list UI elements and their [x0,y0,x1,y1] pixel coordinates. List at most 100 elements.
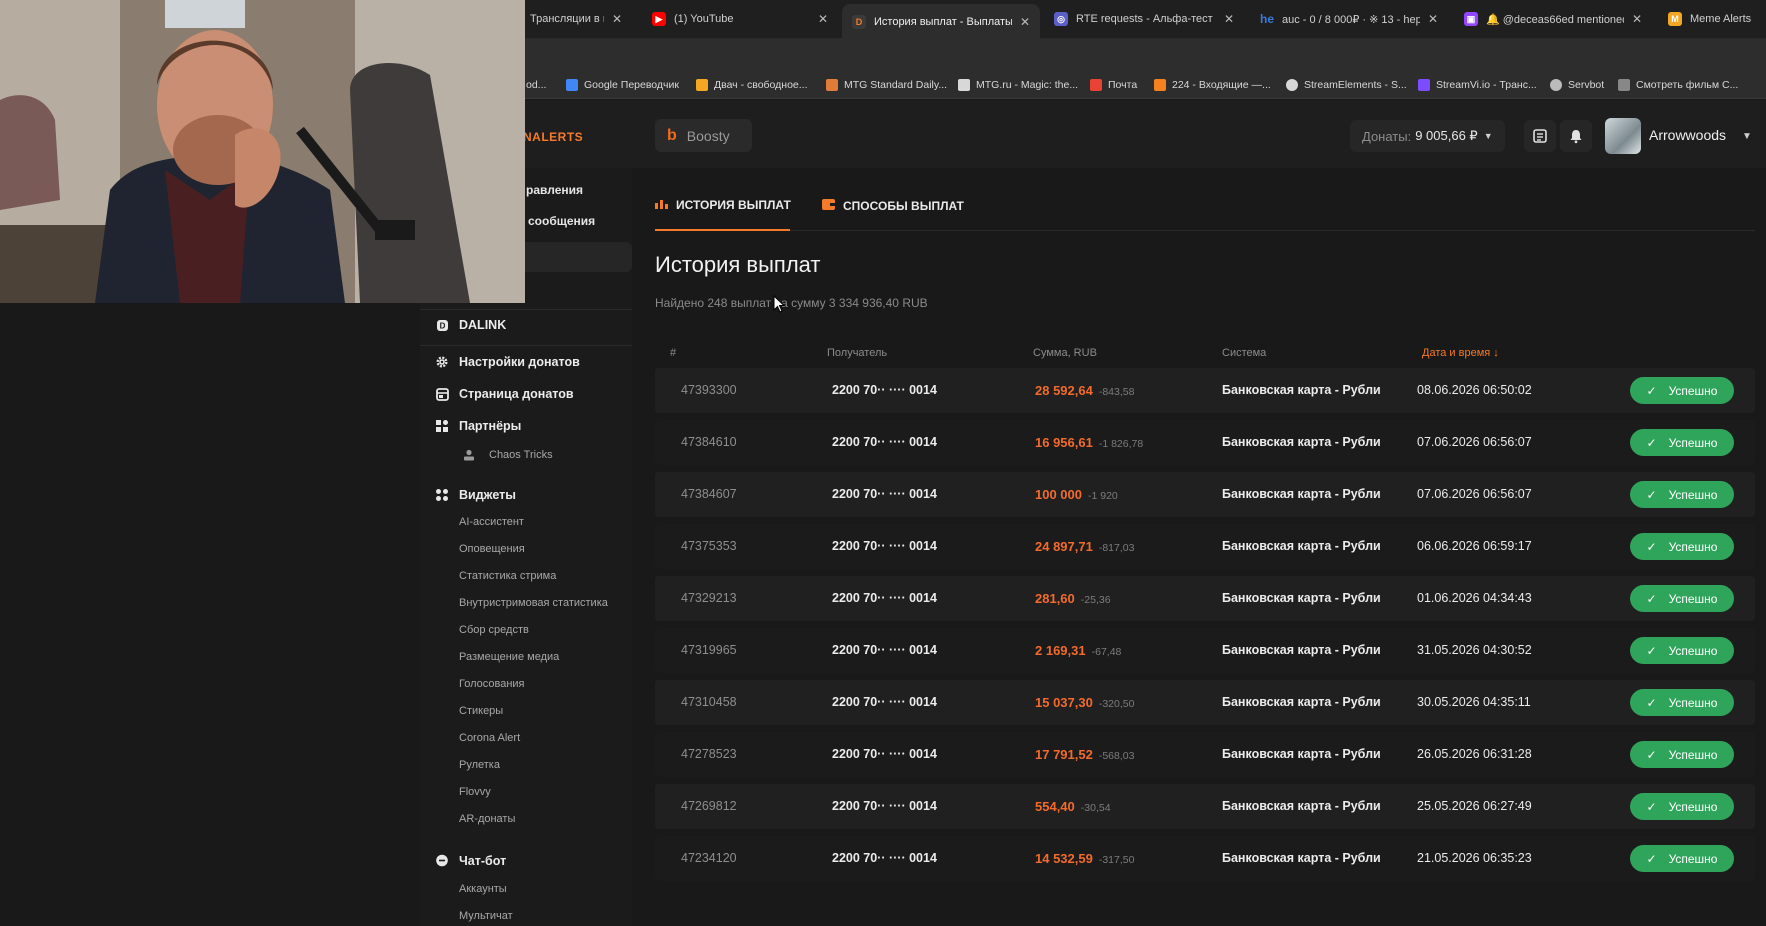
youtube-icon: ▶ [652,12,666,26]
payout-id: 47384610 [681,435,737,449]
amount-value: 17 791,52 [1035,747,1093,762]
status-label: Успешно [1668,695,1718,710]
sidebar-item-messages[interactable]: сообщения [528,214,595,228]
table-row[interactable]: 47310458 2200 70·· ···· 0014 15 037,30 -320… [655,680,1755,725]
sidebar-item-management[interactable]: равления [526,183,583,197]
bookmark[interactable]: Почта [1090,79,1137,91]
amount: 16 956,61 -1 826,78 [1035,435,1143,450]
payout-system: Банковская карта - Рубли [1222,591,1381,605]
payout-date: 07.06.2026 06:56:07 [1417,435,1532,449]
sidebar-subitem-fundraising[interactable]: Сбор средств [459,624,529,636]
donates-value: 9 005,66 ₽ [1415,128,1478,143]
payout-id: 47329213 [681,591,737,605]
amount-value: 554,40 [1035,799,1075,814]
status-label: Успешно [1668,383,1718,398]
brand-logo[interactable]: NALERTS [523,130,583,144]
sidebar-subitem-chaos-tricks[interactable]: Chaos Tricks [463,449,553,461]
sidebar-subitem-stickers[interactable]: Стикеры [459,705,503,717]
browser-tab[interactable]: ▣ 🔔 @deceas66ed mentioned y ✕ [1454,4,1652,34]
table-row[interactable]: 47384610 2200 70·· ···· 0014 16 956,61 -1 8… [655,420,1755,465]
table-row[interactable]: 47375353 2200 70·· ···· 0014 24 897,71 -817… [655,524,1755,569]
bookmark[interactable]: 224 - Входящие —... [1154,79,1271,91]
chat-icon [435,854,449,868]
bookmark[interactable]: Двач - свободное... [696,79,808,91]
payout-system: Банковская карта - Рубли [1222,851,1381,865]
payout-id: 47319965 [681,643,737,657]
tab-payout-history[interactable]: ИСТОРИЯ ВЫПЛАТ [655,198,791,212]
amount-value: 281,60 [1035,591,1075,606]
sidebar-item-donation-page[interactable]: Страница донатов [435,387,574,401]
close-icon[interactable]: ✕ [1020,15,1030,29]
bookmark[interactable]: Google Переводчик [566,79,679,91]
payout-date: 07.06.2026 06:56:07 [1417,487,1532,501]
sidebar-subitem-multichat[interactable]: Мультичат [459,910,513,922]
sidebar-subitem-ar-donates[interactable]: AR-донаты [459,813,515,825]
sidebar-item-donation-settings[interactable]: Настройки донатов [435,355,580,369]
browser-tab[interactable]: ◎ RTE requests - Альфа-тест ✕ [1044,4,1244,34]
table-row[interactable]: 47393300 2200 70·· ···· 0014 28 592,64 -843… [655,368,1755,413]
sidebar-item-widgets[interactable]: Виджеты [435,488,516,502]
close-icon[interactable]: ✕ [1632,12,1642,26]
sidebar-item-chatbot[interactable]: Чат-бот [435,854,506,868]
bookmark[interactable]: od... [526,79,546,91]
bookmark-label: MTG Standard Daily... [844,79,948,91]
notifications-button[interactable] [1560,120,1592,152]
sidebar-subitem-accounts[interactable]: Аккаунты [459,883,507,895]
close-icon[interactable]: ✕ [612,12,622,26]
bookmark[interactable]: Servbot [1550,79,1604,91]
table-row[interactable]: 47329213 2200 70·· ···· 0014 281,60 -25,36 Б… [655,576,1755,621]
amount: 281,60 -25,36 [1035,591,1111,606]
twitch-icon: ▣ [1464,12,1478,26]
bookmark[interactable]: Смотреть фильм С... [1618,79,1738,91]
sidebar-subitem-polls[interactable]: Голосования [459,678,525,690]
table-row[interactable]: 47234120 2200 70·· ···· 0014 14 532,59 -317… [655,836,1755,881]
column-header-date-sort[interactable]: Дата и время ↓ [1422,347,1499,359]
table-row[interactable]: 47278523 2200 70·· ···· 0014 17 791,52 -568… [655,732,1755,777]
bookmark[interactable]: StreamElements - S... [1286,79,1407,91]
browser-tab-active[interactable]: D История выплат - Выплаты - D ✕ [842,4,1040,39]
sidebar-subitem-instream-stats[interactable]: Внутристримовая статистика [459,597,608,609]
boosty-button[interactable]: b Boosty [655,119,752,152]
sidebar-subitem-corona-alert[interactable]: Corona Alert [459,732,520,744]
sidebar-subitem-flovvy[interactable]: Flovvy [459,786,491,798]
bookmark[interactable]: MTG Standard Daily... [826,79,947,91]
browser-tab[interactable]: ▶ (1) YouTube ✕ [642,4,838,34]
sidebar-item-label: Виджеты [459,488,516,502]
caret-down-icon[interactable]: ▼ [1742,131,1752,142]
browser-tab[interactable]: M Meme Alerts [1658,4,1766,34]
status-badge: ✓ Успешно [1630,481,1734,508]
close-icon[interactable]: ✕ [1428,12,1438,26]
amount: 2 169,31 -67,48 [1035,643,1121,658]
amount: 24 897,71 -817,03 [1035,539,1134,554]
payout-system: Банковская карта - Рубли [1222,799,1381,813]
amount: 554,40 -30,54 [1035,799,1111,814]
username[interactable]: Arrowwoods [1649,127,1726,143]
news-button[interactable] [1524,120,1556,152]
sidebar-item-partners[interactable]: Партнёры [435,419,521,433]
bookmark[interactable]: MTG.ru - Magic: the... [958,79,1078,91]
table-row[interactable]: 47319965 2200 70·· ···· 0014 2 169,31 -67,4… [655,628,1755,673]
bookmark-label: Двач - свободное... [714,79,808,91]
column-header-system: Система [1222,347,1267,359]
sidebar-subitem-roulette[interactable]: Рулетка [459,759,500,771]
sidebar-subitem-stream-stats[interactable]: Статистика стрима [459,570,556,582]
browser-tab[interactable]: he auc - 0 / 8 000₽ · ※ 13 - hepe ✕ [1250,4,1448,34]
sidebar-item-dalink[interactable]: D DALINK [435,318,506,332]
donates-dropdown[interactable]: Донаты: 9 005,66 ₽ ▼ [1350,120,1505,152]
sidebar-subitem-media[interactable]: Размещение медиа [459,651,559,663]
payout-id: 47269812 [681,799,737,813]
close-icon[interactable]: ✕ [1224,12,1234,26]
sidebar-subitem-alerts[interactable]: Оповещения [459,543,525,555]
translate-icon [566,79,578,91]
tab-payout-methods[interactable]: СПОСОБЫ ВЫПЛАТ [822,198,964,213]
browser-tab[interactable]: Трансляции в не ✕ [520,4,632,34]
check-icon: ✓ [1646,539,1657,554]
table-row[interactable]: 47269812 2200 70·· ···· 0014 554,40 -30,54 Б… [655,784,1755,829]
dvach-icon [696,79,708,91]
bookmark[interactable]: StreamVi.io - Транс... [1418,79,1537,91]
active-tab-indicator [655,229,790,231]
table-row[interactable]: 47384607 2200 70·· ···· 0014 100 000 -1 920… [655,472,1755,517]
avatar[interactable] [1605,118,1641,154]
sidebar-subitem-ai-assistant[interactable]: AI-ассистент [459,516,524,528]
close-icon[interactable]: ✕ [818,12,828,26]
